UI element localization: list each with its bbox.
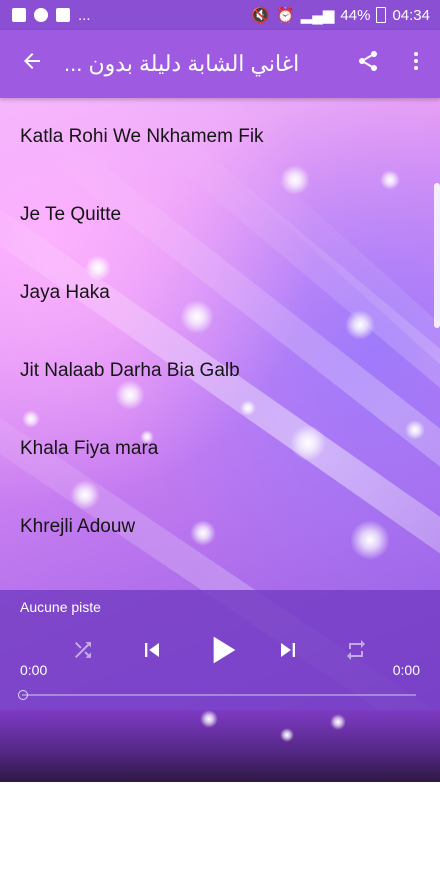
song-item[interactable]: Jaya Haka [0,254,440,332]
shuffle-button[interactable] [71,638,95,667]
skip-next-icon [281,643,295,657]
repeat-icon [347,640,365,660]
battery-percent: 44% [340,6,371,24]
previous-button[interactable] [138,636,166,669]
share-button[interactable] [344,49,392,80]
song-list: Katla Rohi We Nkhamem Fik Je Te Quitte J… [0,98,440,566]
bottom-artwork [0,710,440,782]
song-item[interactable]: Katla Rohi We Nkhamem Fik [0,98,440,176]
track-title: Aucune piste [20,599,101,615]
notification-more: ... [78,6,91,24]
alarm-icon: ⏰ [276,7,295,24]
current-time: 0:00 [20,662,48,678]
song-item[interactable]: Khrejli Adouw [0,488,440,566]
share-icon [359,50,377,71]
clock: 04:34 [392,6,430,24]
skip-previous-icon [145,643,159,657]
mute-icon: 🔇 [251,7,271,24]
facebook-icon [56,8,70,22]
image-icon [12,8,26,22]
overflow-menu-button[interactable] [392,49,440,80]
arrow-left-icon [24,53,40,69]
list-scrollbar[interactable] [434,183,440,328]
page-title: اغاني الشابة دليلة بدون ... [64,51,300,76]
back-button[interactable] [0,47,64,81]
shuffle-icon [75,642,91,658]
song-item[interactable]: Khala Fiya mara [0,410,440,488]
status-bar: ... 🔇 ⏰ ▂▄▆ 44% 04:34 [0,0,440,30]
messenger-icon [34,8,48,22]
song-item[interactable]: Jit Nalaab Darha Bia Galb [0,332,440,410]
total-time: 0:00 [392,662,420,678]
next-button[interactable] [274,636,302,669]
music-player: Aucune piste 0:00 0:00 [0,590,440,710]
play-button[interactable] [202,630,242,675]
song-item[interactable]: Je Te Quitte [0,176,440,254]
signal-icon: ▂▄▆ [300,7,335,24]
seek-bar[interactable] [18,690,416,700]
battery-icon [376,7,387,23]
play-icon [213,636,236,664]
app-toolbar: اغاني الشابة دليلة بدون ... [0,30,440,98]
repeat-button[interactable] [344,638,368,667]
seek-thumb[interactable] [18,690,28,700]
more-vert-icon [414,51,418,70]
